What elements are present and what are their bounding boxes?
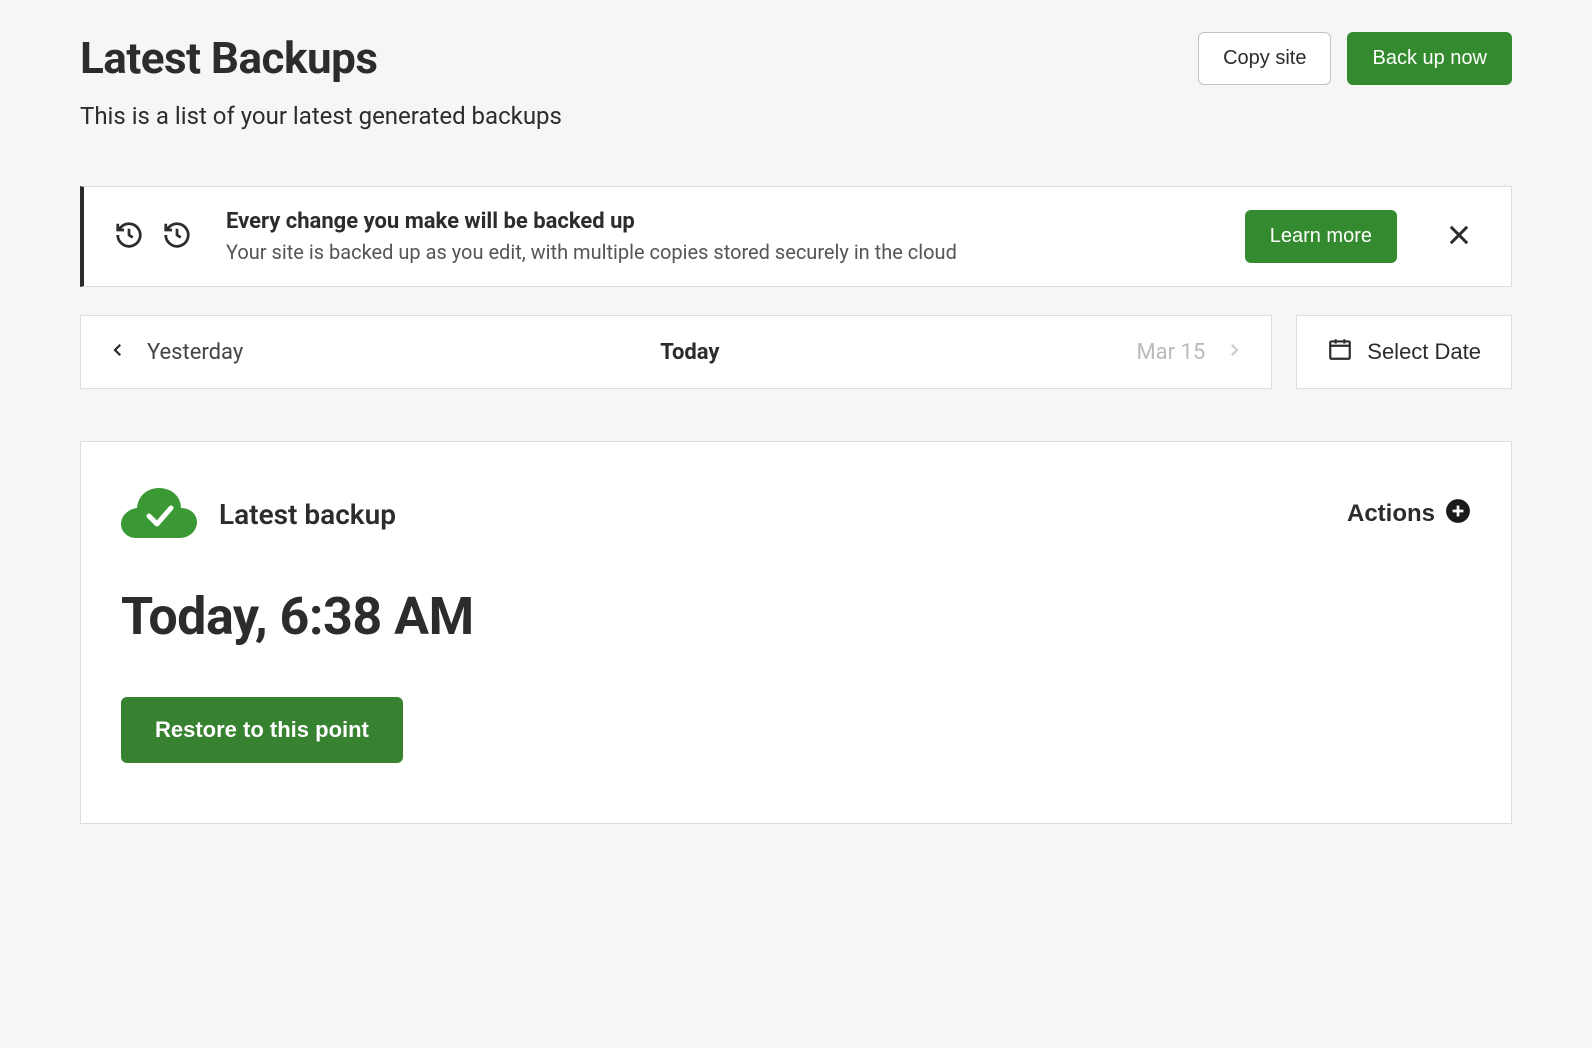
backup-timestamp: Today, 6:38 AM	[121, 586, 1471, 647]
date-nav-prev[interactable]: Yesterday	[109, 340, 243, 365]
copy-site-button[interactable]: Copy site	[1198, 32, 1331, 85]
history-icon	[114, 220, 144, 254]
banner-text: Every change you make will be backed up …	[226, 209, 1225, 264]
current-date-label: Today	[660, 340, 719, 365]
banner-title: Every change you make will be backed up	[226, 209, 1225, 234]
page-title: Latest Backups	[80, 32, 1198, 84]
banner-description: Your site is backed up as you edit, with…	[226, 240, 1225, 264]
backup-card-title: Latest backup	[219, 498, 396, 531]
backup-card-left: Latest backup	[121, 486, 396, 542]
cloud-check-icon	[121, 486, 197, 542]
actions-button[interactable]: Actions	[1347, 498, 1471, 531]
header-left: Latest Backups This is a list of your la…	[80, 32, 1198, 130]
page-subtitle: This is a list of your latest generated …	[80, 102, 1198, 130]
actions-label: Actions	[1347, 500, 1435, 528]
calendar-icon	[1327, 336, 1353, 368]
chevron-left-icon	[109, 340, 127, 365]
restore-button[interactable]: Restore to this point	[121, 697, 403, 763]
date-navigator: Yesterday Today Mar 15	[80, 315, 1272, 389]
select-date-label: Select Date	[1367, 339, 1481, 365]
close-banner-button[interactable]	[1437, 213, 1481, 260]
backup-now-button[interactable]: Back up now	[1347, 32, 1512, 85]
date-nav-row: Yesterday Today Mar 15 Select Date	[80, 315, 1512, 389]
header-buttons: Copy site Back up now	[1198, 32, 1512, 85]
info-banner: Every change you make will be backed up …	[80, 186, 1512, 287]
backup-card-header: Latest backup Actions	[121, 486, 1471, 542]
learn-more-button[interactable]: Learn more	[1245, 210, 1397, 263]
select-date-button[interactable]: Select Date	[1296, 315, 1512, 389]
page-header: Latest Backups This is a list of your la…	[80, 32, 1512, 130]
plus-circle-icon	[1445, 498, 1471, 531]
next-date-label: Mar 15	[1136, 340, 1205, 365]
history-icon	[162, 220, 192, 254]
chevron-right-icon	[1225, 340, 1243, 365]
latest-backup-card: Latest backup Actions Today, 6:38 AM Res…	[80, 441, 1512, 824]
date-nav-next[interactable]: Mar 15	[1136, 340, 1243, 365]
close-icon	[1445, 237, 1473, 252]
banner-icons	[114, 220, 192, 254]
prev-date-label: Yesterday	[147, 340, 243, 365]
